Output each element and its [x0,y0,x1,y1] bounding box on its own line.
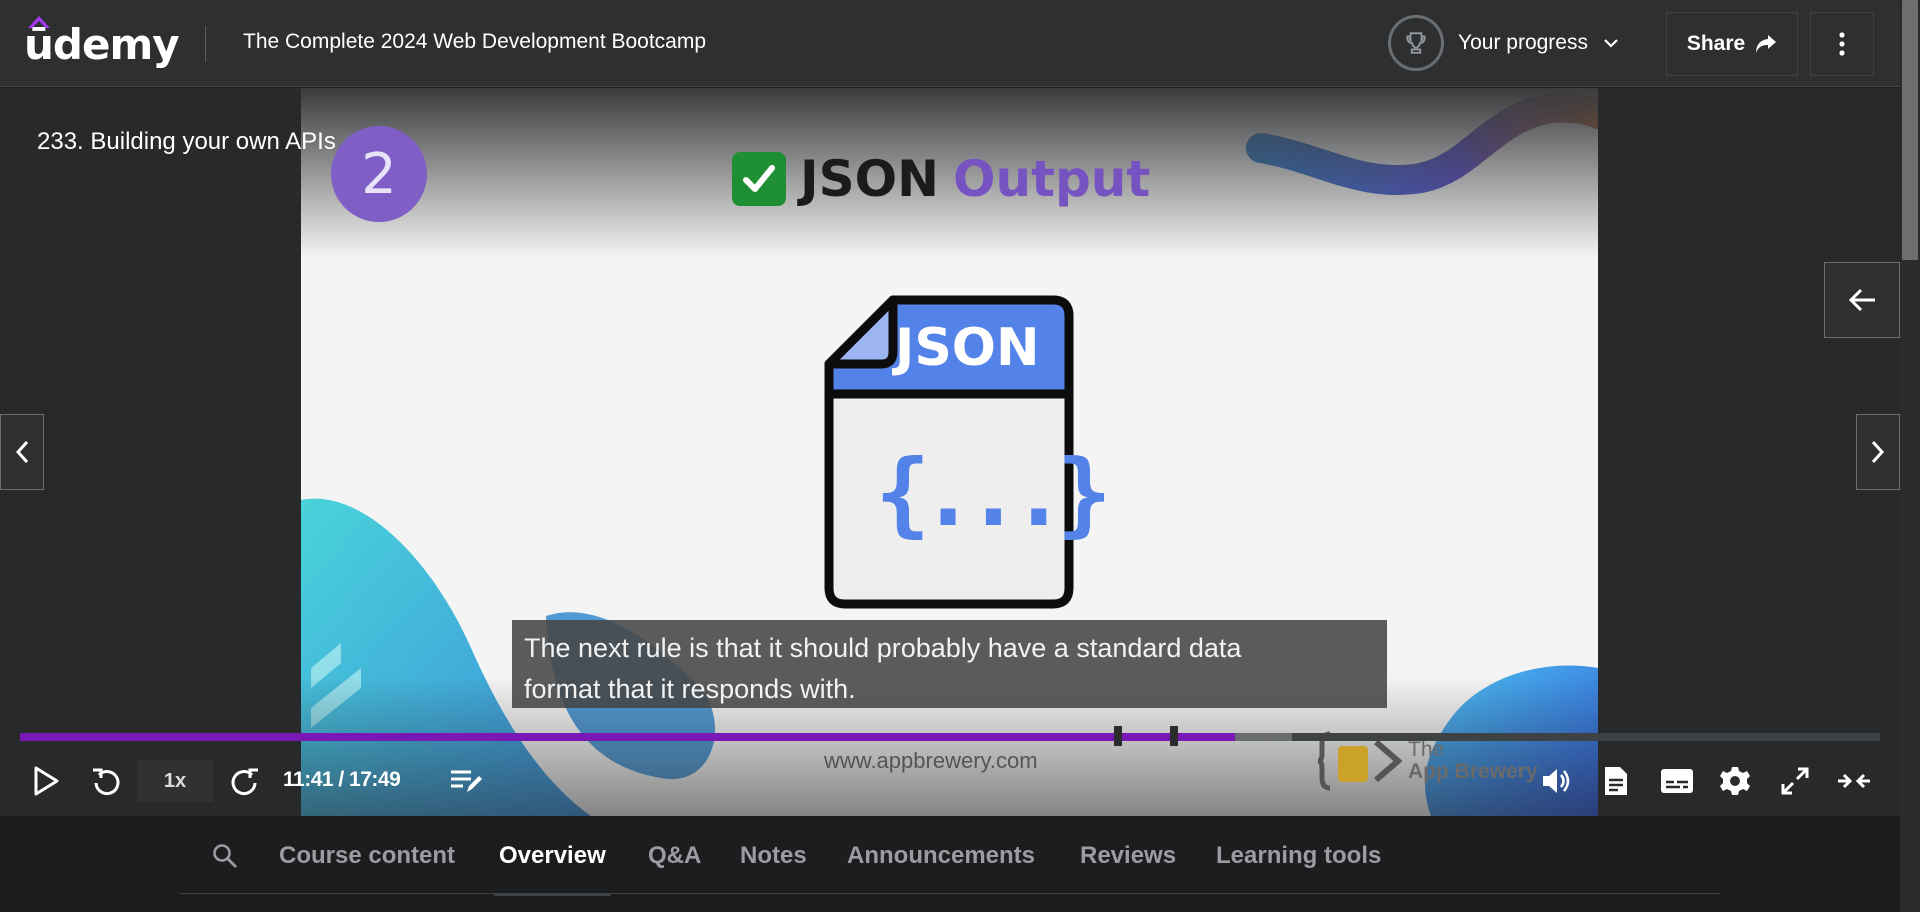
fullscreen-button[interactable] [1775,756,1815,806]
tab-qa[interactable]: Q&A [648,842,701,870]
forward-button[interactable] [225,756,265,806]
json-file-label: JSON [895,318,1040,378]
share-arrow-icon [1756,35,1777,53]
progress-dropdown[interactable]: Your progress [1388,15,1620,71]
slide-title-json: JSON [800,150,939,208]
scrollbar-thumb[interactable] [1902,0,1918,260]
previous-lecture-button[interactable] [0,414,44,490]
play-icon [34,766,59,796]
share-label: Share [1686,32,1746,55]
gear-icon [1720,767,1750,795]
tab-learning-tools[interactable]: Learning tools [1216,842,1381,870]
search-icon[interactable] [211,842,239,870]
caption-line-1: The next rule is that it should probably… [524,633,1242,663]
chevron-right-icon [1871,440,1885,464]
expand-icon [1781,767,1809,795]
volume-icon [1543,769,1570,793]
add-note-icon [451,770,482,792]
tab-course-content[interactable]: Course content [279,842,455,870]
seek-marker [1114,726,1122,746]
forward-5-icon [231,768,258,796]
progress-label: Your progress [1458,31,1588,54]
chevron-down-icon [1604,39,1618,48]
page-scrollbar[interactable] [1900,0,1920,912]
tab-overview[interactable]: Overview [499,842,606,870]
active-tab-underline [494,893,611,896]
arrow-left-icon [1848,288,1875,312]
caption-line-2: format that it responds with. [524,674,856,704]
course-tabs: Course content Overview Q&A Notes Announ… [179,816,1720,896]
transcript-icon [1605,767,1627,795]
top-header: ūdemy The Complete 2024 Web Development … [0,0,1920,87]
seek-progress [20,733,1235,741]
seek-bar[interactable] [20,726,1880,746]
transcript-button[interactable] [1596,756,1636,806]
collapse-arrows-icon [1838,773,1870,789]
collapse-sidebar-button[interactable] [1824,262,1900,338]
json-file-icon: JSON {...} [823,294,1112,610]
notes-button[interactable] [446,756,486,806]
more-options-button[interactable] [1810,12,1874,76]
tab-announcements[interactable]: Announcements [847,842,1035,870]
subtitle-caption: The next rule is that it should probably… [512,620,1387,708]
course-title[interactable]: The Complete 2024 Web Development Bootca… [243,30,706,54]
seek-marker [1170,726,1178,746]
rewind-button[interactable] [86,756,126,806]
tab-reviews[interactable]: Reviews [1080,842,1176,870]
captions-button[interactable] [1655,756,1699,806]
check-mark-icon [732,152,786,206]
slide-title: JSON Output [732,150,1150,208]
trophy-icon [1388,15,1444,71]
lesson-title: 233. Building your own APIs [37,128,336,155]
tab-notes[interactable]: Notes [740,842,807,870]
rewind-5-icon [93,768,120,796]
slide-title-output: Output [952,150,1151,208]
video-player[interactable]: 2 JSON Output 233. Building your own API… [0,88,1900,816]
slide-number-badge: 2 [331,126,427,222]
theater-mode-button[interactable] [1834,756,1874,806]
share-button[interactable]: Share [1666,12,1798,76]
header-divider [205,26,206,62]
kebab-menu-icon [1839,32,1845,56]
captions-icon [1661,769,1693,793]
chevron-left-icon [15,440,29,464]
time-display: 11:41 / 17:49 [283,768,401,791]
udemy-logo[interactable]: ūdemy [24,16,180,72]
player-controls: 1x 11:41 / 17:49 [0,756,1900,806]
json-file-braces: {...} [875,440,1112,547]
playback-speed-button[interactable]: 1x [137,760,213,802]
play-button[interactable] [26,756,66,806]
settings-button[interactable] [1715,756,1755,806]
next-lecture-button[interactable] [1856,414,1900,490]
volume-button[interactable] [1537,756,1577,806]
logo-hat-icon [28,16,50,28]
